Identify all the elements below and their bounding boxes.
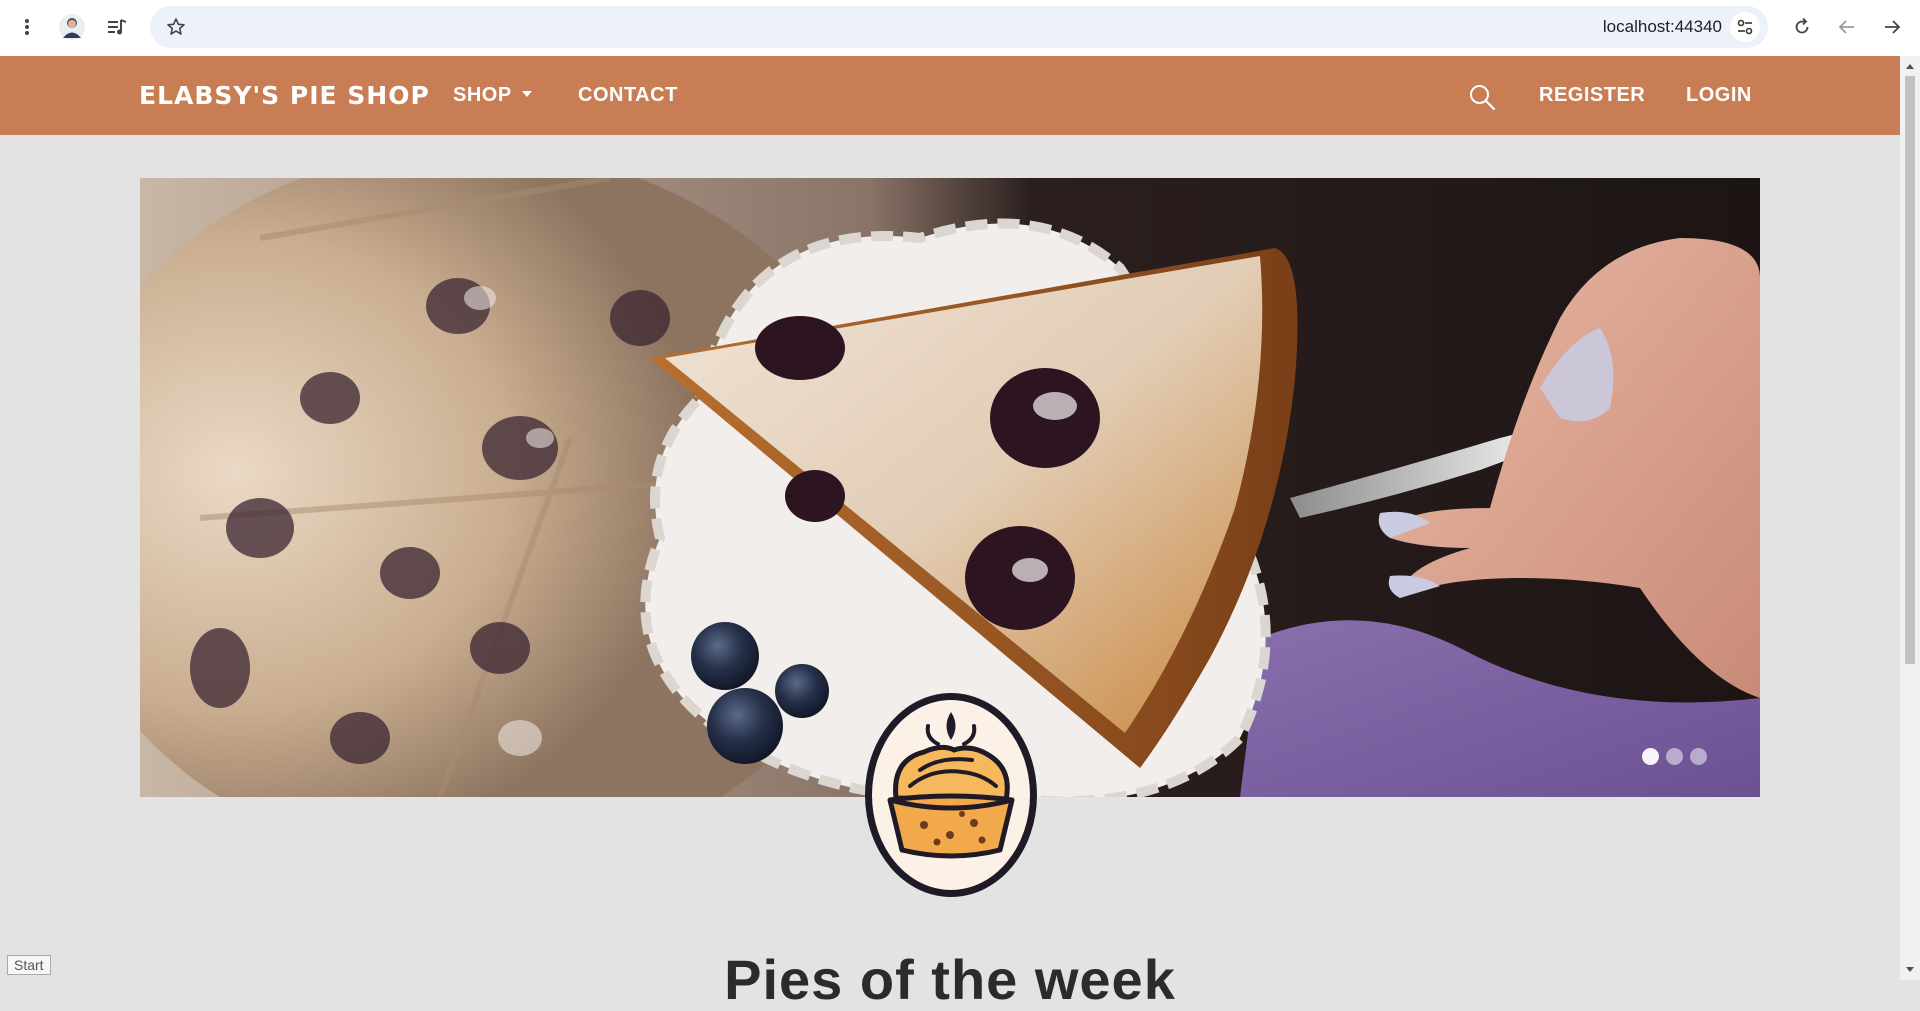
carousel-indicators [1642,748,1707,765]
nav-shop-dropdown[interactable]: SHOP [453,56,532,135]
browser-toolbar: localhost:44340 [0,0,1920,56]
status-tooltip: Start [7,955,51,975]
page-scrollbar[interactable] [1900,56,1920,980]
reload-icon[interactable] [1785,10,1819,44]
url-text[interactable]: localhost:44340 [1603,6,1722,48]
shop-logo [862,690,1040,900]
scroll-down-icon[interactable] [1900,962,1920,978]
nav-shop-label: SHOP [453,84,512,106]
scrollbar-thumb[interactable] [1905,76,1915,664]
kebab-menu-icon[interactable] [10,10,44,44]
media-controls-icon[interactable] [100,10,134,44]
carousel-indicator[interactable] [1690,748,1707,765]
section-title: Pies of the week [724,948,1176,1011]
star-icon[interactable] [166,17,186,37]
scroll-up-icon[interactable] [1900,58,1920,74]
search-icon[interactable] [1468,83,1496,111]
brand-link[interactable]: ELABSY'S PIE SHOP [139,56,430,135]
site-navbar: ELABSY'S PIE SHOP SHOP CONTACT REGISTER … [0,56,1900,135]
address-bar[interactable]: localhost:44340 [150,6,1768,48]
nav-login-link[interactable]: LOGIN [1686,56,1752,135]
forward-arrow-icon[interactable] [1875,10,1909,44]
profile-avatar[interactable] [55,10,89,44]
carousel-indicator[interactable] [1642,748,1659,765]
chevron-down-icon [521,90,532,97]
carousel-indicator[interactable] [1666,748,1683,765]
tune-icon[interactable] [1730,12,1760,42]
nav-contact-link[interactable]: CONTACT [578,56,678,135]
nav-register-link[interactable]: REGISTER [1539,56,1645,135]
back-arrow-icon[interactable] [1830,10,1864,44]
